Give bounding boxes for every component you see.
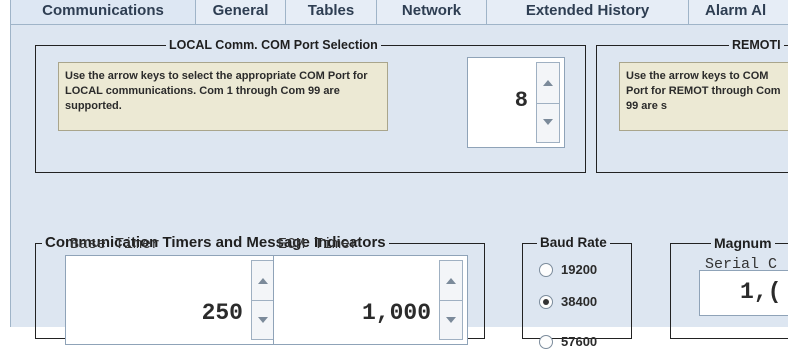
arrow-up-icon [543,79,553,86]
baud-19200-radio[interactable] [539,263,553,277]
spin-up-button[interactable] [252,261,274,301]
arrow-up-icon [258,277,268,284]
baud-rate-group: Baud Rate 19200 38400 57600 [522,235,632,349]
radio-selected-dot [543,299,549,305]
spin-up-button[interactable] [440,261,462,301]
baud-rate-title: Baud Rate [537,235,610,251]
serial-spinner[interactable]: 1,( [699,270,788,316]
baud-19200-option[interactable]: 19200 [539,262,629,280]
base-timer-label: Base Timer [70,236,161,253]
magnum-group: Magnum Serial C 1,( [670,235,788,339]
spin-up-button[interactable] [537,63,559,104]
arrow-down-icon [543,119,553,126]
arrow-down-icon [446,316,456,323]
eom-timer-spinner[interactable]: 1,000 [273,255,468,345]
local-com-title: LOCAL Comm. COM Port Selection [166,37,381,53]
baud-57600-option[interactable]: 57600 [539,334,629,352]
spin-down-button[interactable] [440,300,462,339]
spin-down-button[interactable] [537,103,559,143]
local-com-port-value: 8 [514,88,528,113]
baud-38400-radio[interactable] [539,295,553,309]
remote-com-group: REMOTI Use the arrow keys to COM Port fo… [596,37,788,173]
remote-com-note: Use the arrow keys to COM Port for REMOT… [619,62,788,131]
eom-timer-value: 1,000 [361,300,431,326]
serial-value: 1,( [740,279,782,305]
baud-19200-label: 19200 [561,262,598,277]
baud-57600-radio[interactable] [539,335,553,349]
local-com-spin-buttons [536,62,560,143]
remote-com-title: REMOTI [729,37,784,53]
base-timer-spinner[interactable]: 250 [65,255,280,345]
local-com-port-spinner[interactable]: 8 [467,57,565,148]
eom-timer-spin-buttons [439,260,463,340]
local-com-note: Use the arrow keys to select the appropr… [58,62,388,131]
arrow-down-icon [258,316,268,323]
baud-38400-option[interactable]: 38400 [539,294,629,312]
local-com-group: LOCAL Comm. COM Port Selection Use the a… [35,37,586,173]
baud-57600-label: 57600 [561,334,598,349]
arrow-up-icon [446,277,456,284]
eom-timer-label: EOM Timer [278,236,360,253]
magnum-title: Magnum [711,235,775,251]
base-timer-spin-buttons [251,260,275,340]
baud-38400-label: 38400 [561,294,598,309]
timers-group: Communication Timers and Message Indicat… [35,234,485,345]
base-timer-value: 250 [201,300,243,326]
spin-down-button[interactable] [252,300,274,339]
